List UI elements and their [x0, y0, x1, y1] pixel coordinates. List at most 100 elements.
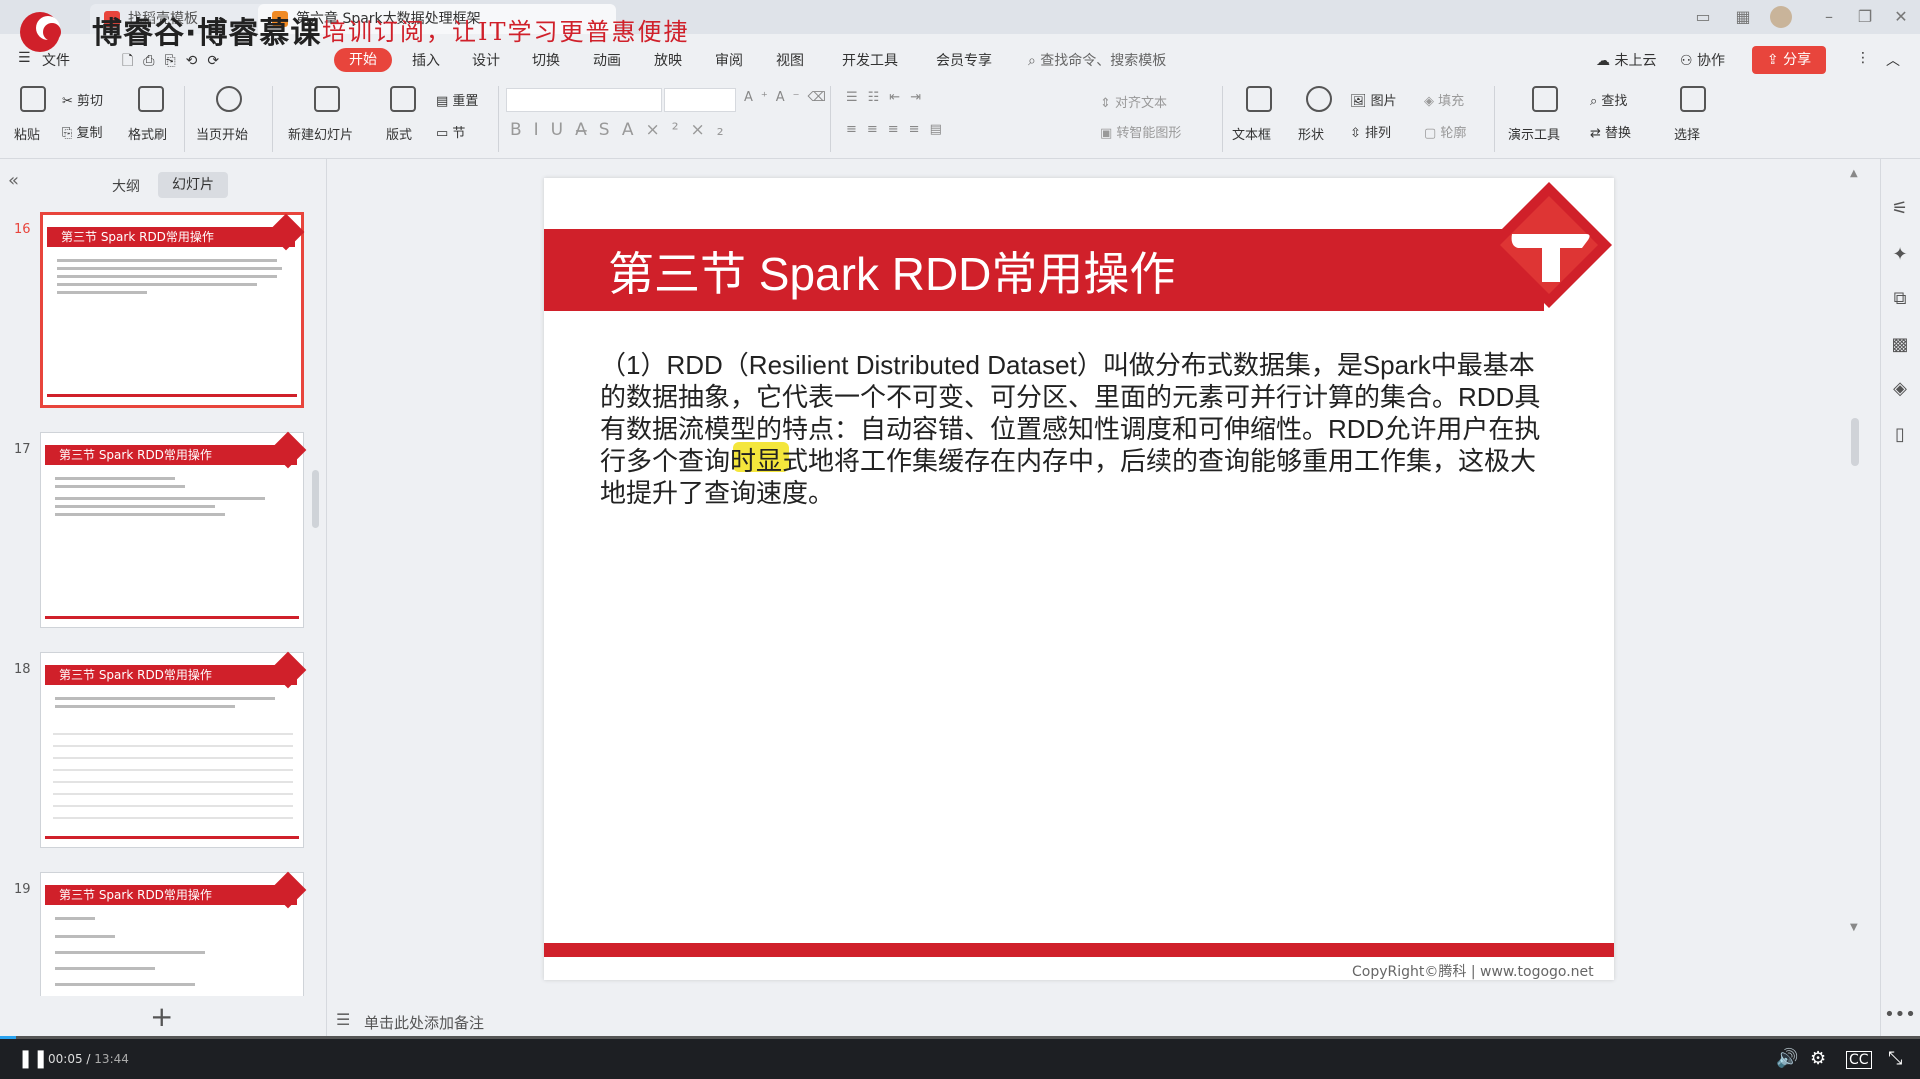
layout-icon[interactable]: ▭	[1690, 6, 1716, 28]
thumbnail-table	[53, 723, 293, 823]
paste-icon[interactable]	[20, 86, 46, 112]
menu-membership[interactable]: 会员专享	[936, 50, 992, 70]
menu-animation[interactable]: 动画	[593, 50, 621, 70]
menu-view[interactable]: 视图	[776, 50, 804, 70]
copy-button[interactable]: ⎘ 复制	[62, 122, 103, 141]
command-search[interactable]: ⌕ 查找命令、搜索模板	[1028, 50, 1166, 70]
avatar[interactable]	[1770, 6, 1792, 28]
list-icons[interactable]: ☰☷⇤⇥	[846, 90, 931, 105]
pause-icon[interactable]: ❚❚	[18, 1048, 48, 1069]
font-family-select[interactable]	[506, 88, 662, 112]
outline-button[interactable]: ▢ 轮廓	[1424, 122, 1466, 141]
replace-button[interactable]: ⇄ 替换	[1590, 122, 1631, 141]
thumbnail-text	[57, 267, 282, 270]
present-tools-icon[interactable]	[1532, 86, 1558, 112]
collab-label: 协作	[1697, 53, 1726, 69]
play-icon[interactable]	[216, 86, 242, 112]
picture-button[interactable]: 🖼 图片	[1350, 90, 1397, 109]
notes-placeholder[interactable]: 单击此处添加备注	[364, 1012, 484, 1033]
close-icon[interactable]: ✕	[1888, 6, 1914, 28]
slide-footer-bar	[544, 943, 1614, 957]
tab-slides[interactable]: 幻灯片	[158, 172, 228, 198]
shape-icon[interactable]	[1306, 86, 1332, 112]
collapse-ribbon-icon[interactable]: ︿	[1886, 50, 1900, 70]
properties-icon[interactable]: ⚟	[1880, 198, 1920, 219]
thumbnail-text	[57, 283, 257, 286]
pin-icon[interactable]: ✦	[1880, 244, 1920, 265]
smart-shape-button[interactable]: ▣ 转智能图形	[1100, 122, 1181, 141]
slide-thumbnail-18[interactable]: 第三节 Spark RDD常用操作	[40, 651, 307, 848]
grid-icon[interactable]: ▦	[1730, 6, 1756, 28]
collapse-panel-icon[interactable]: «	[8, 170, 19, 191]
font-size-adjust-icons[interactable]: A⁺A⁻⌫	[744, 90, 834, 105]
divider	[272, 86, 273, 152]
cloud-status[interactable]: ☁ 未上云	[1596, 50, 1656, 70]
format-painter-icon[interactable]	[138, 86, 164, 112]
format-painter-button[interactable]: 格式刷	[128, 124, 167, 143]
canvas-scrollbar[interactable]	[1851, 418, 1859, 466]
fill-button[interactable]: ◈ 填充	[1424, 90, 1464, 109]
reset-button[interactable]: ▤ 重置	[436, 90, 478, 109]
select-button[interactable]: 选择	[1674, 124, 1700, 143]
notes-bar[interactable]	[326, 1004, 1880, 1038]
slide-title[interactable]: 第三节 Spark RDD常用操作	[608, 238, 1175, 304]
text-format-icons[interactable]: BIUA̶SA×²×₂	[510, 120, 736, 140]
thumbnail-title: 第三节 Spark RDD常用操作	[45, 445, 297, 465]
search-placeholder: 查找命令、搜索模板	[1040, 53, 1167, 69]
align-icons[interactable]: ≡≡≡≡▤	[846, 122, 952, 137]
menu-review[interactable]: 审阅	[715, 50, 743, 70]
from-current-button[interactable]: 当页开始	[196, 124, 248, 143]
menu-developer[interactable]: 开发工具	[842, 50, 898, 70]
thumbnail-scrollbar[interactable]	[312, 470, 319, 528]
add-slide-button[interactable]: +	[150, 1000, 173, 1033]
slide-thumbnail-16[interactable]: 第三节 Spark RDD常用操作	[40, 212, 305, 408]
new-slide-button[interactable]: 新建幻灯片	[288, 124, 353, 143]
slide-thumbnail-17[interactable]: 第三节 Spark RDD常用操作	[40, 431, 307, 628]
arrange-button[interactable]: ⇳ 排列	[1350, 122, 1391, 141]
settings-gear-icon[interactable]: ⚙	[1810, 1048, 1826, 1069]
menu-design[interactable]: 设计	[472, 50, 500, 70]
select-icon[interactable]	[1680, 86, 1706, 112]
tab-outline[interactable]: 大纲	[112, 176, 140, 196]
menu-file[interactable]: 文件	[42, 50, 70, 70]
scroll-down-icon[interactable]: ▼	[1850, 922, 1860, 933]
section-button[interactable]: ▭ 节	[436, 122, 465, 141]
new-slide-icon[interactable]	[314, 86, 340, 112]
slide-number: 16	[14, 222, 31, 237]
slide-thumbnail-19[interactable]: 第三节 Spark RDD常用操作	[40, 871, 307, 996]
paste-button[interactable]: 粘贴	[14, 124, 40, 143]
menu-transition[interactable]: 切换	[532, 50, 560, 70]
more-options-icon[interactable]: •••	[1880, 1004, 1920, 1025]
cut-button[interactable]: ✂ 剪切	[62, 90, 103, 109]
textbox-button[interactable]: 文本框	[1232, 124, 1271, 143]
layout-button[interactable]: 版式	[386, 124, 412, 143]
volume-icon[interactable]: 🔊	[1776, 1048, 1798, 1069]
copy-pages-icon[interactable]: ⧉	[1880, 288, 1920, 309]
quick-access-icons[interactable]: 🗋⎙⎘⟲⟳	[122, 50, 229, 74]
layout-icon[interactable]	[390, 86, 416, 112]
fullscreen-exit-icon[interactable]: ⤡	[1888, 1048, 1902, 1069]
textbox-icon[interactable]	[1246, 86, 1272, 112]
share-button[interactable]: ⇪ 分享	[1752, 46, 1826, 74]
menu-slideshow[interactable]: 放映	[654, 50, 682, 70]
book-icon[interactable]: ▯	[1880, 424, 1920, 445]
hamburger-icon[interactable]: ☰	[18, 50, 31, 66]
restore-icon[interactable]: ❐	[1852, 6, 1878, 28]
present-tools-button[interactable]: 演示工具	[1508, 124, 1560, 143]
subtitles-icon[interactable]: CC	[1846, 1051, 1872, 1069]
more-icon[interactable]: ⋮	[1856, 50, 1870, 66]
slide-body-text[interactable]: （1）RDD（Resilient Distributed Dataset）叫做分…	[600, 349, 1550, 509]
design-icon[interactable]: ▩	[1880, 334, 1920, 355]
find-button[interactable]: ⌕ 查找	[1590, 90, 1627, 109]
scroll-up-icon[interactable]: ▲	[1850, 168, 1860, 179]
find-label: 查找	[1601, 94, 1628, 109]
shape-button[interactable]: 形状	[1298, 124, 1324, 143]
minimize-icon[interactable]: –	[1816, 6, 1842, 28]
font-size-select[interactable]	[664, 88, 736, 112]
collab-button[interactable]: ⚇ 协作	[1680, 50, 1725, 70]
align-text-button[interactable]: ⇕ 对齐文本	[1100, 92, 1167, 111]
slide-number: 19	[14, 882, 31, 897]
menu-home[interactable]: 开始	[334, 48, 392, 72]
compass-icon[interactable]: ◈	[1880, 378, 1920, 399]
menu-insert[interactable]: 插入	[412, 50, 440, 70]
